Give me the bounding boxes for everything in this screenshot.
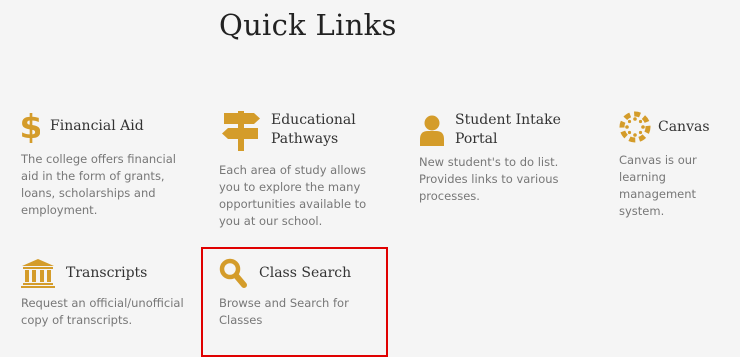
educational-pathways-link[interactable]: Educational Pathways <box>271 111 371 149</box>
svg-text:$: $ <box>22 109 40 143</box>
class-search-highlight-box <box>201 247 388 357</box>
card-canvas: Canvas Canvas is our learning management… <box>619 108 740 220</box>
canvas-link[interactable]: Canvas <box>658 118 710 137</box>
financial-aid-description: The college offers financial aid in the … <box>21 152 176 217</box>
signpost-icon[interactable] <box>219 109 263 151</box>
institution-icon[interactable] <box>21 258 55 288</box>
student-intake-portal-description: New student's to do list. Provides links… <box>419 155 559 203</box>
card-educational-pathways: Educational Pathways Each area of study … <box>219 108 389 230</box>
dollar-icon[interactable]: $ <box>21 109 41 143</box>
educational-pathways-description: Each area of study allows you to explore… <box>219 163 367 228</box>
card-student-intake-portal: Student Intake Portal New student's to d… <box>419 108 579 205</box>
financial-aid-link[interactable]: Financial Aid <box>50 117 144 136</box>
transcripts-description: Request an official/unofficial copy of t… <box>21 296 184 327</box>
canvas-description: Canvas is our learning management system… <box>619 153 697 218</box>
quick-links-heading: Quick Links <box>219 8 397 42</box>
card-transcripts: Transcripts Request an official/unoffici… <box>21 256 191 329</box>
user-icon[interactable] <box>419 113 445 147</box>
transcripts-link[interactable]: Transcripts <box>66 264 147 283</box>
card-financial-aid: $ Financial Aid The college offers finan… <box>21 108 201 219</box>
canvas-icon[interactable] <box>619 111 651 143</box>
student-intake-portal-link[interactable]: Student Intake Portal <box>455 111 565 149</box>
